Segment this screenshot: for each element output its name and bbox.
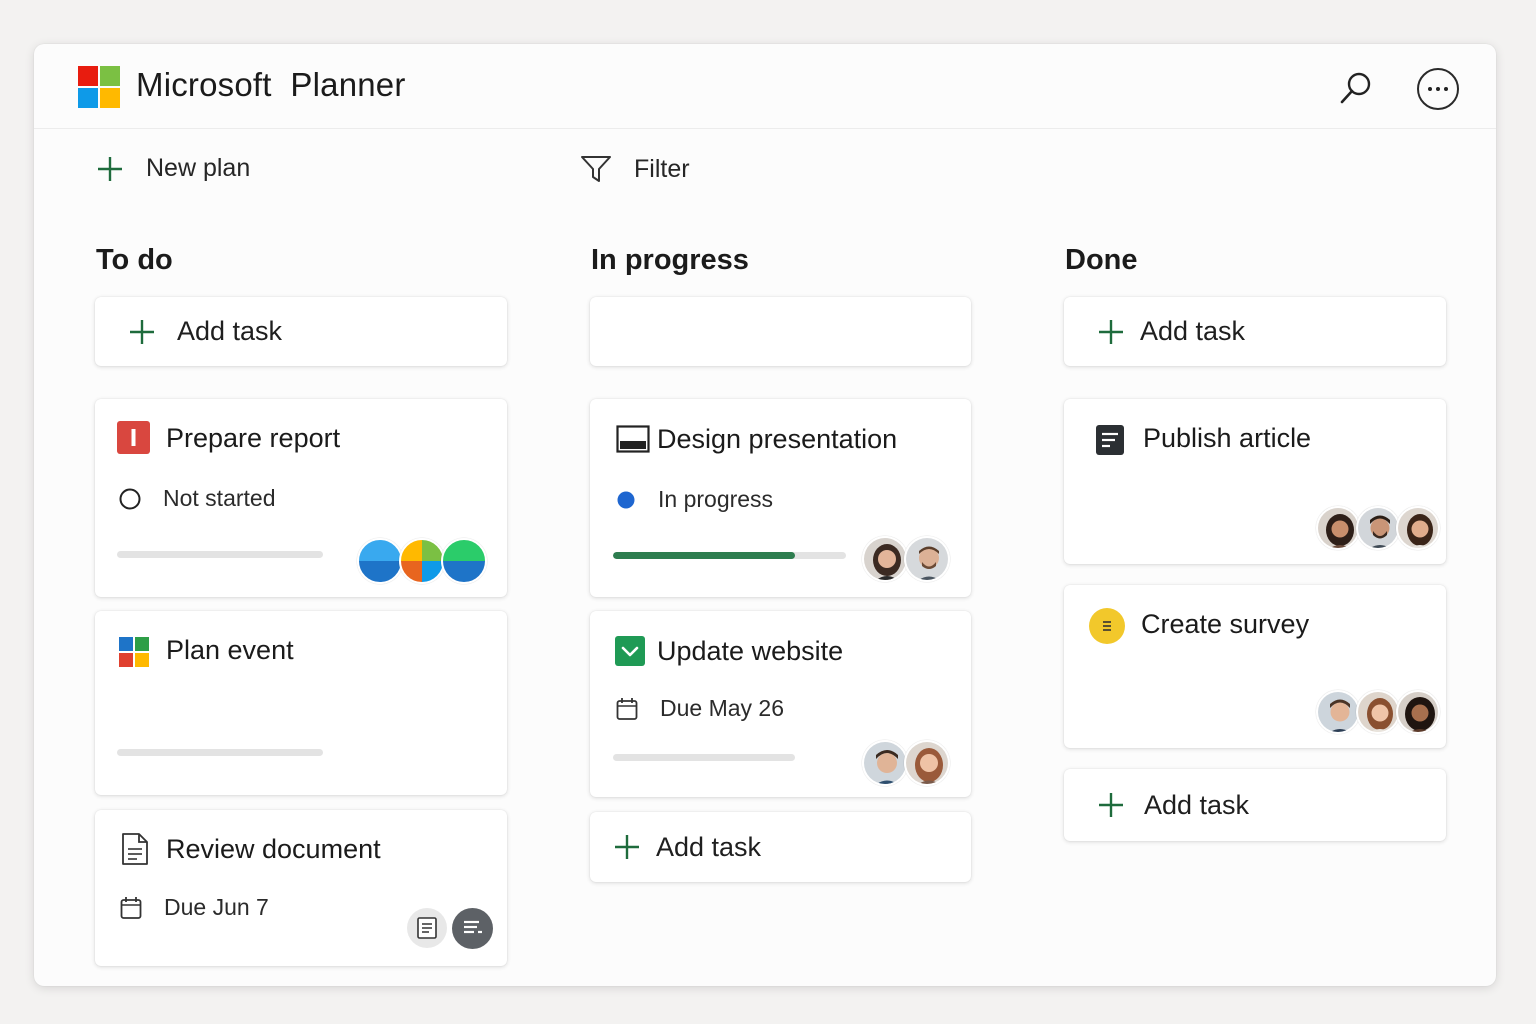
assignees [357, 538, 487, 584]
status-dot-icon [617, 491, 635, 508]
app-title: Microsoft Planner [136, 66, 406, 104]
new-plan-label: New plan [146, 154, 251, 182]
filter-label: Filter [634, 154, 690, 183]
more-options-button[interactable] [1417, 68, 1459, 110]
due-date: Due May 26 [616, 695, 784, 722]
task-title: Create survey [1141, 609, 1310, 639]
add-task-button-done[interactable]: Add task [1064, 297, 1446, 366]
task-title: Design presentation [657, 424, 898, 454]
checklist-button[interactable] [452, 908, 493, 949]
task-status: In progress [616, 486, 773, 513]
add-task-label: Add task [177, 316, 283, 346]
task-card-update-website[interactable]: Update website Due May 26 [590, 611, 971, 797]
add-task-label: Add task [1144, 789, 1250, 820]
checklist-icon [464, 920, 482, 934]
due-date-label: Due May 26 [660, 695, 785, 721]
checkbox-icon [615, 636, 645, 666]
progress-bar [613, 552, 846, 559]
task-card-create-survey[interactable]: Create survey [1064, 585, 1446, 748]
task-title: Review document [166, 834, 381, 864]
add-task-button-done-bottom[interactable]: Add task [1064, 769, 1446, 841]
assignees [1316, 690, 1440, 734]
task-status: Not started [119, 485, 276, 512]
due-date-label: Due Jun 7 [164, 894, 269, 920]
avatar[interactable] [904, 740, 950, 786]
due-date: Due Jun 7 [120, 894, 269, 921]
new-plan-button[interactable]: New plan [96, 154, 250, 183]
task-title: Publish article [1143, 423, 1312, 453]
plus-icon [98, 156, 122, 181]
avatar[interactable] [904, 536, 950, 582]
calendar-icon [120, 896, 142, 919]
search-button[interactable] [1338, 70, 1374, 106]
app-header: Microsoft Planner [34, 44, 1496, 129]
avatar[interactable] [1316, 506, 1360, 550]
microsoft-logo-icon [78, 66, 120, 108]
plus-icon [1099, 319, 1123, 344]
filter-button[interactable]: Filter [580, 154, 690, 184]
task-title: Prepare report [166, 423, 341, 453]
avatar[interactable] [862, 536, 908, 582]
column-title-done: Done [1065, 244, 1138, 276]
search-icon [1340, 72, 1371, 104]
add-task-button-in-progress[interactable]: Add task [590, 812, 971, 882]
assignees [862, 536, 950, 582]
presentation-icon [616, 425, 650, 453]
task-card-plan-event[interactable]: Plan event [95, 611, 507, 795]
task-card-design-presentation[interactable]: Design presentation In progress [590, 399, 971, 597]
apps-grid-icon [119, 637, 149, 667]
progress-bar [613, 754, 795, 761]
progress-fill [613, 552, 795, 559]
filter-icon [581, 156, 611, 182]
assignees [862, 740, 950, 786]
add-task-label: Add task [1140, 316, 1246, 346]
planner-window: Microsoft Planner New plan Filter To do … [34, 44, 1496, 986]
app-title-brand: Microsoft [136, 66, 272, 103]
plus-icon [615, 835, 639, 859]
column-title-in-progress: In progress [591, 244, 749, 276]
notes-icon [417, 917, 437, 939]
avatar[interactable] [357, 538, 403, 584]
progress-bar [117, 551, 323, 558]
notes-icon [1096, 425, 1124, 455]
task-title: Update website [657, 636, 844, 666]
avatar[interactable] [1396, 506, 1440, 550]
more-horizontal-icon [1428, 87, 1448, 91]
avatar[interactable] [1396, 690, 1440, 734]
calendar-icon [616, 697, 638, 720]
add-task-label: Add task [656, 831, 762, 862]
priority-icon [117, 421, 150, 454]
task-title: Plan event [166, 635, 294, 665]
status-circle-icon [119, 488, 141, 509]
avatar[interactable] [1356, 690, 1400, 734]
avatar[interactable] [399, 538, 445, 584]
app-title-product: Planner [290, 66, 406, 103]
survey-icon [1089, 608, 1125, 644]
assignees [1316, 506, 1440, 550]
avatar[interactable] [862, 740, 908, 786]
status-label: In progress [658, 486, 774, 512]
task-card-prepare-report[interactable]: Prepare report Not started [95, 399, 507, 597]
column-title-todo: To do [96, 244, 173, 276]
avatar[interactable] [1356, 506, 1400, 550]
plus-icon [1099, 793, 1123, 817]
task-card-review-document[interactable]: Review document Due Jun 7 [95, 810, 507, 966]
avatar[interactable] [1316, 690, 1360, 734]
avatar[interactable] [441, 538, 487, 584]
status-label: Not started [163, 485, 276, 511]
task-card-publish-article[interactable]: Publish article [1064, 399, 1446, 564]
plus-icon [130, 319, 154, 344]
notes-attachment-button[interactable] [407, 908, 447, 948]
document-icon [122, 833, 148, 865]
empty-task-slot[interactable] [590, 297, 971, 366]
add-task-button-todo[interactable]: Add task [95, 297, 507, 366]
progress-bar [117, 749, 323, 756]
